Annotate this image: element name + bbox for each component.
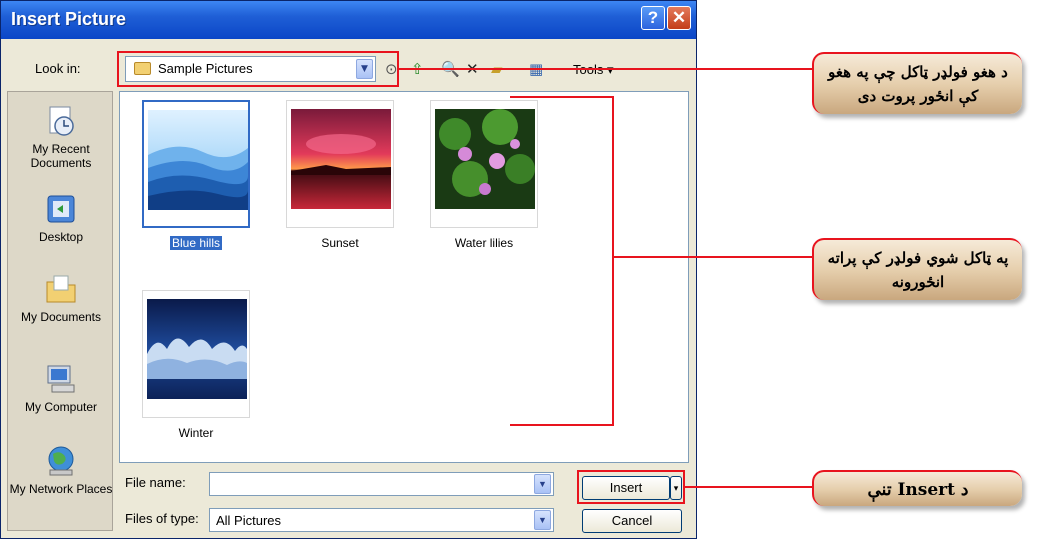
sunset-image <box>291 109 391 209</box>
recent-documents-icon <box>49 106 74 136</box>
close-button[interactable]: ✕ <box>667 6 691 30</box>
place-my-computer[interactable]: My Computer <box>8 362 114 414</box>
places-bar: My Recent Documents Desktop My Documents <box>7 91 113 531</box>
winter-image <box>147 299 247 399</box>
callout-line-contents <box>612 256 818 258</box>
place-network-places[interactable]: My Network Places <box>8 444 114 496</box>
place-label: My Documents <box>20 310 102 324</box>
files-of-type-label: Files of type: <box>125 511 199 526</box>
callout-line-insert <box>684 486 818 488</box>
my-documents-icon <box>46 275 76 303</box>
desktop-icon <box>47 195 75 223</box>
file-name-input[interactable]: ▼ <box>209 472 554 496</box>
look-in-label: Look in: <box>35 61 81 76</box>
file-thumbnail-blue-hills[interactable] <box>142 100 250 228</box>
callout-insert: د Insert تنې <box>812 470 1022 506</box>
file-list: Blue hills Sunset Water lilies Winter <box>119 91 689 463</box>
files-of-type-value: All Pictures <box>216 513 282 528</box>
help-button[interactable]: ? <box>641 6 665 30</box>
chevron-down-icon[interactable]: ▼ <box>534 510 551 530</box>
network-places-icon <box>48 446 74 476</box>
water-lilies-image <box>435 109 535 209</box>
chevron-down-icon[interactable]: ▼ <box>534 474 551 494</box>
place-my-documents[interactable]: My Documents <box>8 272 114 324</box>
insert-picture-dialog: Insert Picture ? ✕ Look in: Sample Pictu… <box>0 0 697 539</box>
place-label: Desktop <box>38 230 84 244</box>
title-bar: Insert Picture ? ✕ <box>1 1 696 39</box>
place-label: My Recent Documents <box>30 142 92 170</box>
highlight-look-in <box>117 51 399 87</box>
files-of-type-dropdown[interactable]: All Pictures ▼ <box>209 508 554 532</box>
place-desktop[interactable]: Desktop <box>8 192 114 244</box>
file-label[interactable]: Sunset <box>280 236 400 250</box>
file-name-label: File name: <box>125 475 186 490</box>
dialog-title: Insert Picture <box>11 9 127 29</box>
file-label[interactable]: Blue hills <box>136 236 256 250</box>
cancel-button[interactable]: Cancel <box>582 509 682 533</box>
tools-menu[interactable]: Tools ▾ <box>573 62 614 78</box>
callout-contents: په ټاکل شوي فولډر کې پراته انځورونه <box>812 238 1022 300</box>
file-thumbnail-sunset[interactable] <box>286 100 394 228</box>
place-recent-documents[interactable]: My Recent Documents <box>8 104 114 170</box>
callout-line-folder <box>398 68 818 70</box>
bracket-bottom <box>510 424 614 426</box>
bracket-top <box>510 96 614 98</box>
place-label: My Network Places <box>9 482 113 496</box>
file-thumbnail-winter[interactable] <box>142 290 250 418</box>
bracket-right <box>612 96 614 426</box>
highlight-insert <box>577 470 685 504</box>
blue-hills-image <box>148 110 248 210</box>
file-label[interactable]: Water lilies <box>424 236 544 250</box>
my-computer-icon <box>47 365 75 393</box>
place-label: My Computer <box>24 400 98 414</box>
callout-folder: د هغو فولډر ټاکل چې په هغو کې انځور پروت… <box>812 52 1022 114</box>
file-label[interactable]: Winter <box>136 426 256 440</box>
file-thumbnail-water-lilies[interactable] <box>430 100 538 228</box>
